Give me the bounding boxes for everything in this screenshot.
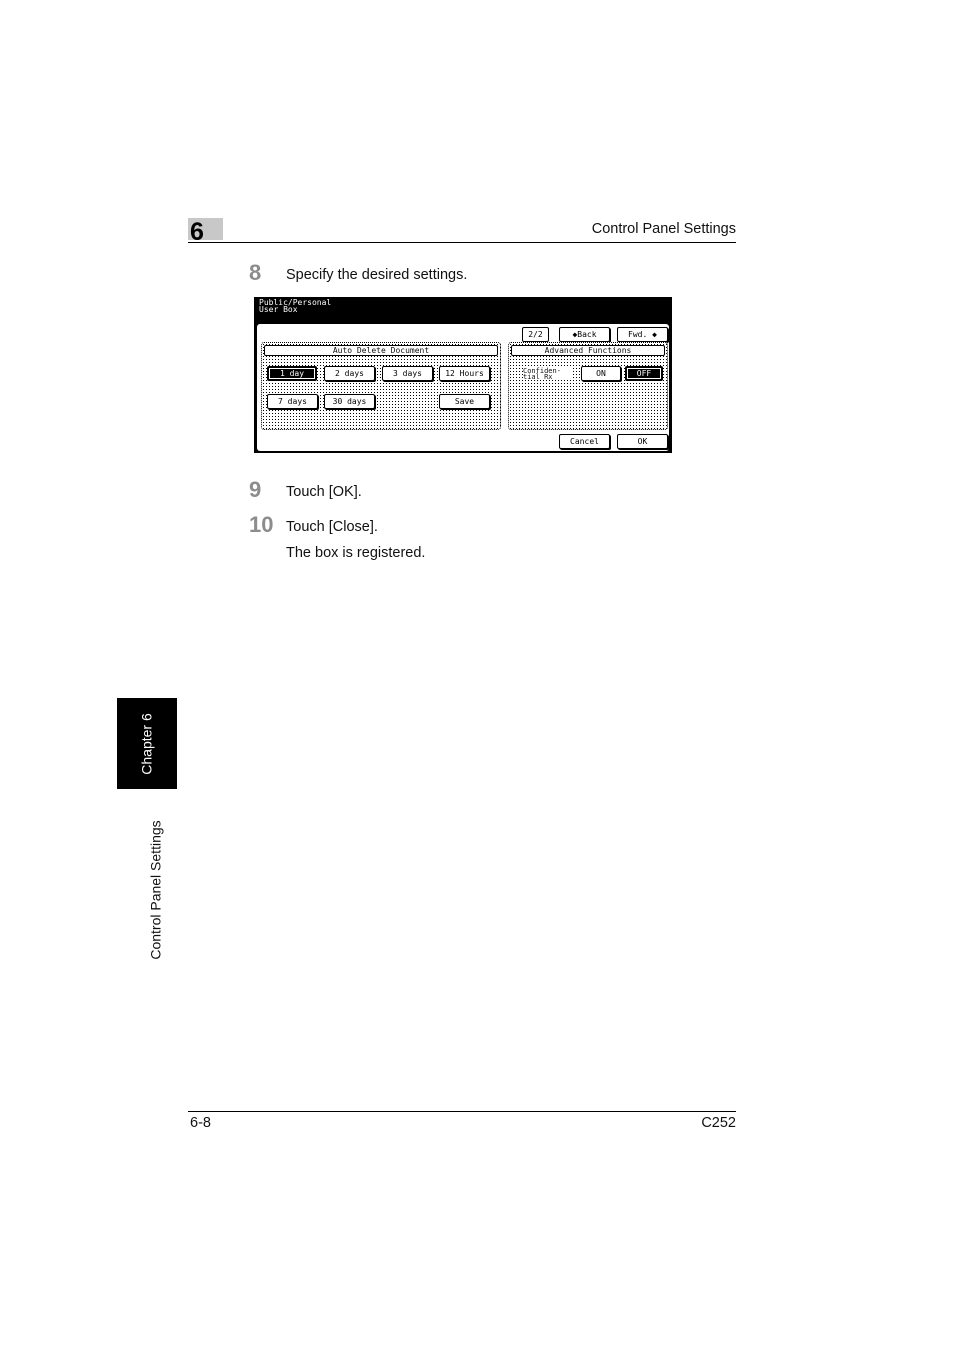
confidential-rx-label: Confiden- tial Rx	[523, 368, 573, 381]
save-button[interactable]: Save	[439, 394, 490, 409]
option-30-days-button[interactable]: 30 days	[324, 394, 375, 409]
step-text: Specify the desired settings.	[286, 267, 468, 283]
cancel-button[interactable]: Cancel	[559, 434, 610, 449]
side-tab-section-label: Control Panel Settings	[148, 820, 164, 960]
footer-divider	[188, 1111, 736, 1112]
footer-page-number: 6-8	[190, 1115, 211, 1131]
header-divider	[188, 242, 736, 243]
auto-delete-panel: Auto Delete Document 1 day 2 days 3 days…	[261, 342, 501, 430]
back-button[interactable]: ◆Back	[559, 327, 610, 342]
step-text: Touch [Close].	[286, 519, 378, 535]
auto-delete-heading: Auto Delete Document	[264, 345, 498, 356]
step-text: Touch [OK].	[286, 484, 362, 500]
fwd-button[interactable]: Fwd. ◆	[617, 327, 668, 342]
side-tab-section: Control Panel Settings	[117, 800, 195, 980]
option-2-days-button[interactable]: 2 days	[324, 366, 375, 381]
touch-panel-screen: Public/Personal User Box 2/2 ◆Back Fwd. …	[254, 297, 672, 453]
step-number: 10	[249, 512, 274, 537]
advanced-functions-panel: Advanced Functions Confiden- tial Rx ON …	[508, 342, 668, 430]
footer-model: C252	[701, 1115, 736, 1131]
ok-button[interactable]: OK	[617, 434, 668, 449]
step-number: 9	[249, 477, 262, 502]
advanced-functions-heading: Advanced Functions	[511, 345, 665, 356]
side-tab-chapter: Chapter 6	[117, 698, 177, 789]
option-12-hours-button[interactable]: 12 Hours	[439, 366, 490, 381]
screen-body: 2/2 ◆Back Fwd. ◆ Auto Delete Document 1 …	[257, 324, 669, 451]
option-7-days-button[interactable]: 7 days	[267, 394, 318, 409]
confidential-off-button[interactable]: OFF	[625, 366, 663, 381]
header-title: Control Panel Settings	[591, 221, 736, 237]
side-tab-chapter-label: Chapter 6	[139, 712, 156, 775]
step-result-text: The box is registered.	[286, 545, 426, 561]
screen-title: Public/Personal User Box	[259, 298, 332, 314]
confidential-on-button[interactable]: ON	[581, 366, 621, 381]
step-number: 8	[249, 260, 262, 285]
option-1-day-button[interactable]: 1 day	[267, 366, 317, 381]
page-indicator: 2/2	[522, 327, 549, 342]
option-3-days-button[interactable]: 3 days	[382, 366, 433, 381]
